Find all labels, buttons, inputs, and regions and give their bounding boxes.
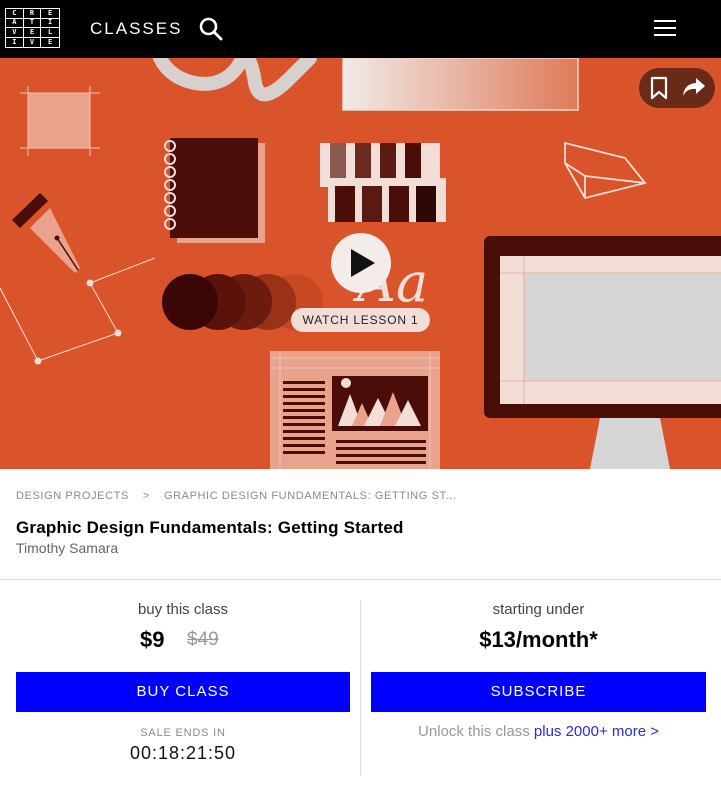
nav-classes-link[interactable]: CLASSES [90,19,182,39]
top-navigation-bar: CREATIVELIVE CLASSES [0,0,721,58]
unlock-text: Unlock this class plus 2000+ more > [371,723,706,740]
column-divider [360,600,361,776]
hero-action-group [639,68,715,108]
sale-countdown-timer: 00:18:21:50 [129,743,237,763]
logo-letter: L [41,28,59,38]
starting-under-label: starting under [492,601,585,618]
sale-price: $9 [140,627,165,652]
bookmark-icon[interactable] [649,76,669,100]
logo-letter: V [6,28,24,38]
hamburger-menu-icon[interactable] [653,17,679,39]
breadcrumb-separator: > [142,490,150,502]
logo-letter: E [41,9,59,19]
logo-letter: C [6,9,24,19]
sale-ends-label: SALE ENDS IN [140,727,226,739]
logo-letter: T [23,18,42,28]
breadcrumb: DESIGN PROJECTS > GRAPHIC DESIGN FUNDAMENT… [16,490,457,502]
creativelive-logo[interactable]: CREATIVELIVE [5,8,60,48]
logo-letter: V [24,37,42,47]
search-icon[interactable] [198,16,224,42]
logo-letter: I [6,37,24,47]
section-divider [0,579,721,580]
unlock-more-link[interactable]: plus 2000+ more > [534,723,659,740]
original-price: $49 [187,629,219,650]
play-button[interactable] [331,233,391,293]
subscribe-button[interactable]: SUBSCRIBE [371,672,706,712]
course-title: Graphic Design Fundamentals: Getting Sta… [16,518,404,537]
logo-letter: A [6,18,24,28]
instructor-name[interactable]: Timothy Samara [16,540,118,556]
play-icon [351,249,375,277]
unlock-class-text: Unlock this class [418,723,530,740]
breadcrumb-item-design-projects[interactable]: DESIGN PROJECTS [16,490,129,502]
breadcrumb-item-current-course[interactable]: GRAPHIC DESIGN FUNDAMENTALS: GETTING ST.… [164,490,457,502]
subscription-price: $13/month* [479,627,598,652]
share-icon[interactable] [681,76,707,98]
logo-letter: E [48,37,53,46]
buy-class-label: buy this class [137,601,229,618]
logo-letter: R [23,9,42,19]
buy-class-button[interactable]: BUY CLASS [16,672,350,712]
course-video-hero[interactable]: Aa WATCH LESSON 1 [0,58,721,469]
logo-letter: E [23,28,42,38]
logo-letter: I [41,19,59,28]
watch-lesson-label[interactable]: WATCH LESSON 1 [291,308,430,332]
